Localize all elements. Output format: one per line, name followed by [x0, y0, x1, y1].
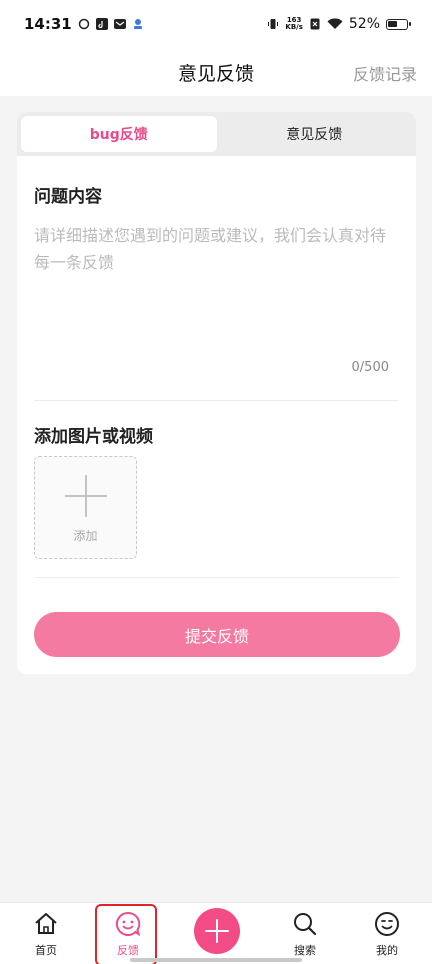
plus-icon [65, 475, 107, 517]
problem-description-input[interactable] [34, 222, 399, 362]
char-counter: 0/500 [351, 360, 389, 375]
nav-item-home[interactable]: 首页 [16, 911, 76, 961]
home-indicator[interactable] [130, 958, 302, 962]
tiktok-icon [95, 18, 108, 30]
nav-item-profile[interactable]: 我的 [357, 911, 417, 961]
battery-icon [386, 18, 411, 30]
net-speed: 163 KB/s [285, 17, 302, 31]
mail-icon [113, 19, 126, 29]
add-media-button[interactable]: 添加 [34, 456, 137, 559]
divider [34, 400, 399, 401]
tab-suggestion-feedback[interactable]: 意见反馈 [217, 116, 413, 152]
submit-feedback-button[interactable]: 提交反馈 [34, 612, 400, 657]
feedback-history-link[interactable]: 反馈记录 [353, 61, 417, 85]
vibrate-icon [268, 19, 279, 29]
highlight-box [95, 904, 157, 964]
feedback-tabs: bug反馈 意见反馈 [17, 112, 416, 156]
net-speed-unit: KB/s [285, 23, 303, 31]
feedback-card: bug反馈 意见反馈 问题内容 0/500 添加图片或视频 添加 提交反馈 [17, 112, 416, 674]
home-icon [35, 913, 57, 934]
tab-bug-feedback[interactable]: bug反馈 [21, 116, 217, 152]
header: 意见反馈 反馈记录 [0, 48, 432, 96]
media-upload-title: 添加图片或视频 [34, 427, 153, 447]
search-icon [294, 913, 317, 936]
add-media-label: 添加 [73, 529, 98, 543]
nav-item-search[interactable]: 搜索 [275, 911, 335, 961]
nav-label-profile: 我的 [376, 944, 398, 957]
nav-label-search: 搜索 [294, 944, 316, 957]
status-right: 163 KB/s 52% [267, 16, 411, 32]
no-sim-icon [310, 18, 320, 30]
status-left: 14:31 [24, 15, 144, 33]
page-title: 意见反馈 [177, 62, 254, 85]
create-post-button[interactable] [194, 908, 240, 954]
app-notification-icon [133, 19, 142, 29]
wifi-icon [327, 18, 343, 29]
divider [34, 577, 399, 578]
nav-label-home: 首页 [35, 944, 57, 957]
battery-percent: 52% [348, 16, 380, 32]
status-bar: 14:31 163 KB/s 52% [0, 0, 432, 48]
status-time: 14:31 [24, 15, 72, 33]
profile-smile-icon [375, 912, 399, 936]
sync-icon [78, 18, 89, 30]
battery-fill [388, 20, 397, 27]
problem-content-title: 问题内容 [34, 187, 102, 207]
